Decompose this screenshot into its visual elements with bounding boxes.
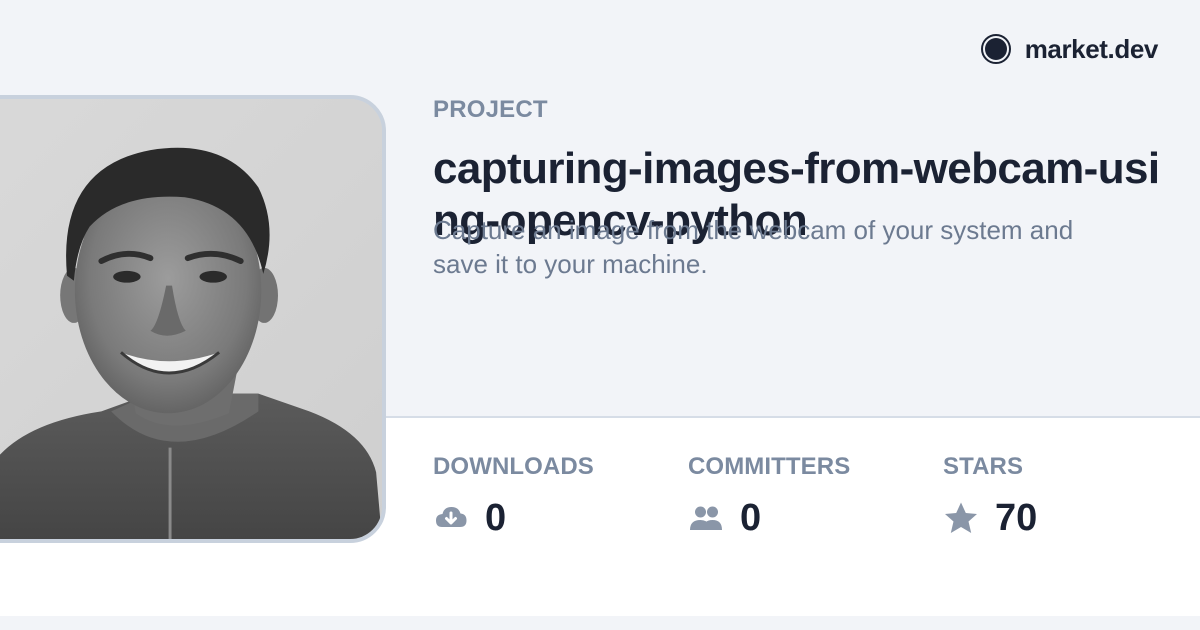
avatar-portrait bbox=[0, 99, 382, 539]
avatar bbox=[0, 95, 386, 543]
stat-committers: COMMITTERS 0 bbox=[688, 453, 850, 537]
users-icon bbox=[690, 506, 722, 530]
stat-stars-label: STARS bbox=[943, 453, 1024, 480]
brand-name: market.dev bbox=[1024, 33, 1159, 64]
bottom-strip bbox=[0, 616, 1200, 630]
stat-downloads-row: 0 bbox=[433, 499, 594, 537]
project-eyebrow: PROJECT bbox=[433, 96, 548, 123]
stat-stars-value: 70 bbox=[995, 497, 1038, 539]
stat-stars-row: 70 bbox=[943, 499, 1037, 537]
stat-downloads-value: 0 bbox=[485, 497, 507, 539]
stat-downloads-label: DOWNLOADS bbox=[433, 453, 594, 480]
cloud-download-icon bbox=[436, 507, 467, 527]
stat-stars: STARS 70 bbox=[943, 453, 1037, 537]
stat-committers-row: 0 bbox=[688, 499, 850, 537]
stat-downloads: DOWNLOADS 0 bbox=[433, 453, 594, 537]
stat-committers-label: COMMITTERS bbox=[688, 453, 851, 480]
project-description: Capture an image from the webcam of your… bbox=[433, 215, 1074, 279]
star-icon bbox=[945, 502, 977, 533]
brand-circle-icon bbox=[980, 34, 1011, 64]
stat-committers-value: 0 bbox=[740, 497, 762, 539]
brand[interactable]: market.dev bbox=[980, 32, 1159, 66]
